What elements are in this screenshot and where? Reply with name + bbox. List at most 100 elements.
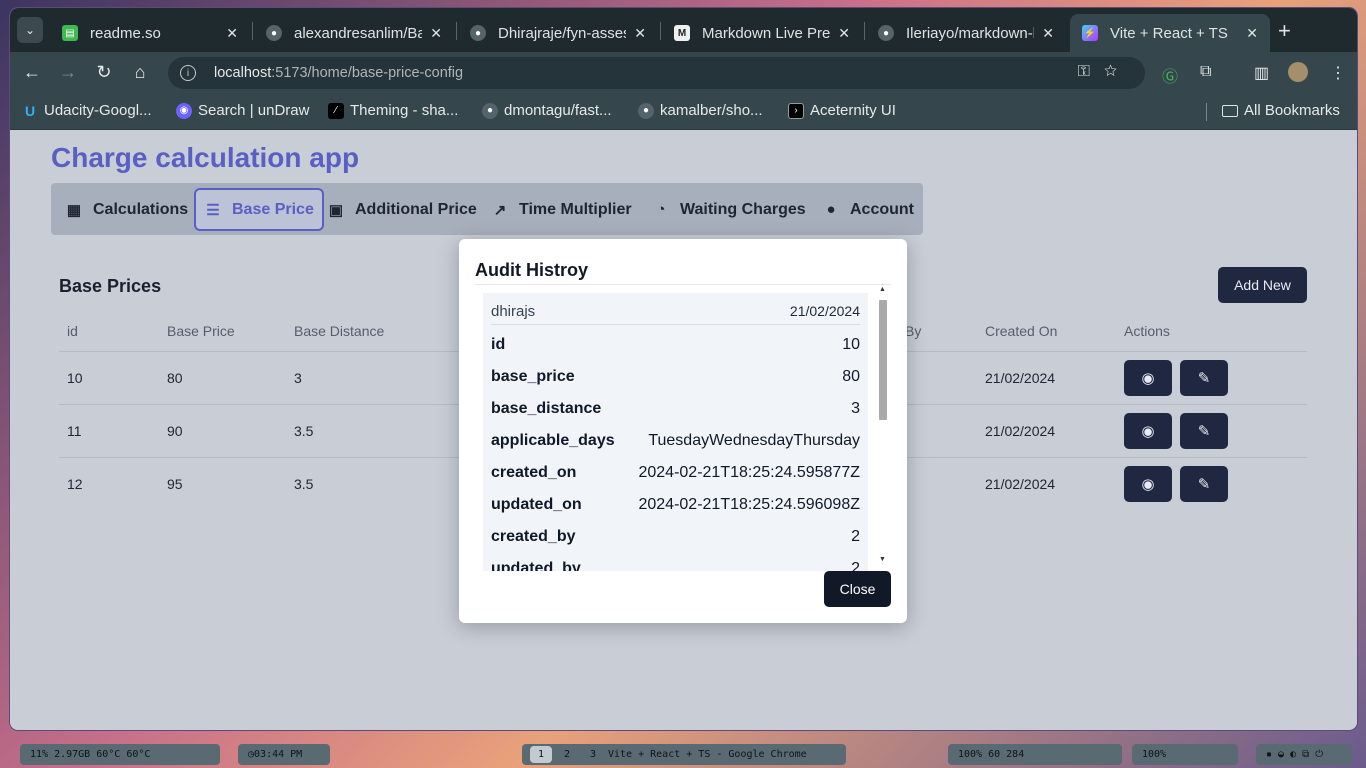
- nav-label: Waiting Charges: [680, 200, 806, 218]
- close-icon[interactable]: ✕: [430, 25, 442, 42]
- user-icon: ●: [826, 201, 836, 218]
- column-header: id: [67, 323, 78, 339]
- kebab-menu-icon[interactable]: ⋮: [1330, 63, 1346, 83]
- nav-time-multiplier[interactable]: ↗ Time Multiplier: [483, 188, 640, 231]
- tab-vite[interactable]: ⚡ Vite + React + TS ✕: [1070, 14, 1270, 52]
- scroll-down-icon[interactable]: ▼: [879, 556, 886, 563]
- bookmark-aceternity[interactable]: › Aceternity UI: [788, 102, 896, 119]
- battery-status: 100%: [1132, 744, 1238, 765]
- clock-icon: ◔: [656, 201, 666, 218]
- system-stats: 11% 2.97GB 60°C 60°C: [20, 744, 220, 765]
- scroll-up-icon[interactable]: ▲: [879, 286, 886, 293]
- tab-fyn[interactable]: ● Dhirajraje/fyn-assessment ✕: [458, 14, 658, 52]
- column-header: Actions: [1124, 323, 1170, 339]
- key-star-icons[interactable]: ⚿☆: [1078, 63, 1131, 81]
- new-tab-icon[interactable]: +: [1278, 18, 1291, 44]
- audit-history-modal: Audit Histroy dhirajs 21/02/2024 id 10 ba…: [459, 239, 907, 623]
- workspace-3[interactable]: 3: [582, 746, 604, 763]
- udacity-favicon: U: [24, 102, 36, 119]
- all-bookmarks-label: All Bookmarks: [1244, 102, 1340, 119]
- cell-base-price: 90: [167, 423, 183, 439]
- nav-additional-price[interactable]: ▣ Additional Price: [319, 188, 485, 231]
- scrollbar-thumb[interactable]: [879, 300, 887, 420]
- workspace-1[interactable]: 1: [530, 746, 552, 763]
- sidepanel-icon[interactable]: ▥: [1254, 63, 1269, 83]
- nav-label: Calculations: [93, 200, 189, 218]
- home-icon[interactable]: ⌂: [128, 62, 152, 83]
- close-icon[interactable]: ✕: [1042, 25, 1054, 42]
- close-icon[interactable]: ✕: [634, 25, 646, 42]
- site-info-icon[interactable]: i: [180, 65, 196, 81]
- extensions-icon[interactable]: ⧉: [1200, 63, 1211, 81]
- cell-base-distance: 3: [294, 370, 302, 386]
- edit-button[interactable]: ✎: [1180, 466, 1228, 502]
- cell-created-on: 21/02/2024: [985, 423, 1056, 439]
- address-bar[interactable]: i localhost:5173/home/base-price-config …: [168, 57, 1145, 89]
- bookmark-label: Udacity-Googl...: [44, 102, 152, 119]
- nav-base-price[interactable]: ☰ Base Price: [194, 188, 324, 231]
- close-icon[interactable]: ✕: [838, 25, 850, 42]
- tab-markdown-preview[interactable]: M Markdown Live Preview ✕: [662, 14, 862, 52]
- cell-id: 11: [67, 423, 82, 439]
- edit-button[interactable]: ✎: [1180, 413, 1228, 449]
- add-new-button[interactable]: Add New: [1218, 267, 1307, 303]
- column-header: Base Distance: [294, 323, 385, 339]
- audit-entry-header: dhirajs 21/02/2024: [491, 303, 860, 320]
- forward-icon[interactable]: →: [56, 62, 80, 83]
- view-button[interactable]: ◉: [1124, 466, 1172, 502]
- bookmark-undraw[interactable]: ◉ Search | unDraw: [176, 102, 309, 119]
- audit-entry[interactable]: dhirajs 21/02/2024 id 10 base_price 80 bas…: [483, 293, 868, 571]
- close-button[interactable]: Close: [824, 571, 891, 607]
- cell-base-price: 80: [167, 370, 183, 386]
- nav-waiting-charges[interactable]: ◔ Waiting Charges: [644, 188, 814, 231]
- audit-date: 21/02/2024: [789, 303, 860, 319]
- nav-label: Base Price: [232, 200, 314, 218]
- audit-field: base_distance 3: [491, 400, 860, 417]
- edit-button[interactable]: ✎: [1180, 360, 1228, 396]
- desktop-taskbar: 11% 2.97GB 60°C 60°C ◷ 03:44 PM 1 2 3 Vi…: [0, 740, 1366, 768]
- tab-markdown-badges[interactable]: ● Ileriayo/markdown-badges ✕: [866, 14, 1066, 52]
- browser-window: ⌄ ▤ readme.so ✕ ● alexandresanlim/Badges…: [10, 8, 1357, 730]
- audit-field: id 10: [491, 336, 860, 353]
- github-favicon: ●: [638, 102, 654, 119]
- github-favicon: ●: [482, 102, 498, 119]
- tab-title: Dhirajraje/fyn-assessment: [498, 24, 626, 42]
- view-button[interactable]: ◉: [1124, 360, 1172, 396]
- bookmark-udacity[interactable]: U Udacity-Googl...: [22, 102, 152, 119]
- chevron-down-icon[interactable]: ⌄: [17, 17, 43, 43]
- all-bookmarks[interactable]: All Bookmarks: [1222, 102, 1340, 119]
- cell-base-price: 95: [167, 476, 183, 492]
- bookmark-fastapi[interactable]: ● dmontagu/fast...: [482, 102, 612, 119]
- markdown-favicon: M: [674, 25, 690, 41]
- database-icon: ☰: [206, 201, 220, 219]
- tab-readme[interactable]: ▤ readme.so ✕: [50, 14, 250, 52]
- grammarly-icon[interactable]: Ⓖ: [1162, 63, 1178, 87]
- browser-toolbar: ← → ↻ ⌂ i localhost:5173/home/base-price…: [10, 52, 1357, 94]
- close-icon[interactable]: ✕: [226, 25, 238, 42]
- nav-label: Account: [850, 200, 914, 218]
- nav-calculations[interactable]: ▦ Calculations: [57, 188, 196, 231]
- money-icon: ▣: [328, 201, 344, 219]
- calculator-icon: ▦: [66, 201, 82, 219]
- audit-user: dhirajs: [491, 303, 536, 320]
- profile-avatar[interactable]: [1288, 62, 1308, 82]
- cell-id: 10: [67, 370, 83, 386]
- modal-scrollbar[interactable]: ▲ ▼: [877, 286, 889, 568]
- nav-account[interactable]: ● Account: [814, 188, 922, 231]
- url-text[interactable]: localhost:5173/home/base-price-config: [214, 65, 463, 81]
- view-button[interactable]: ◉: [1124, 413, 1172, 449]
- system-status: 100% 60 284: [948, 744, 1122, 765]
- back-icon[interactable]: ←: [20, 62, 44, 83]
- github-favicon: ●: [878, 25, 894, 41]
- close-icon[interactable]: ✕: [1246, 25, 1258, 42]
- workspace-switcher[interactable]: 1 2 3 Vite + React + TS - Google Chrome: [522, 744, 846, 765]
- bookmark-kamalber[interactable]: ● kamalber/sho...: [638, 102, 763, 119]
- tray-icons[interactable]: ▪ ◒ ◐ ⧉ ⏻: [1256, 744, 1352, 765]
- workspace-2[interactable]: 2: [556, 746, 578, 763]
- tab-badges[interactable]: ● alexandresanlim/Badges4-README.md-Prof…: [254, 14, 454, 52]
- pencil-icon: ✎: [1197, 370, 1211, 387]
- cell-created-on: 21/02/2024: [985, 370, 1056, 386]
- bookmark-shadcn[interactable]: ⁄ Theming - sha...: [328, 102, 458, 119]
- reload-icon[interactable]: ↻: [92, 62, 116, 83]
- app-title: Charge calculation app: [51, 142, 360, 173]
